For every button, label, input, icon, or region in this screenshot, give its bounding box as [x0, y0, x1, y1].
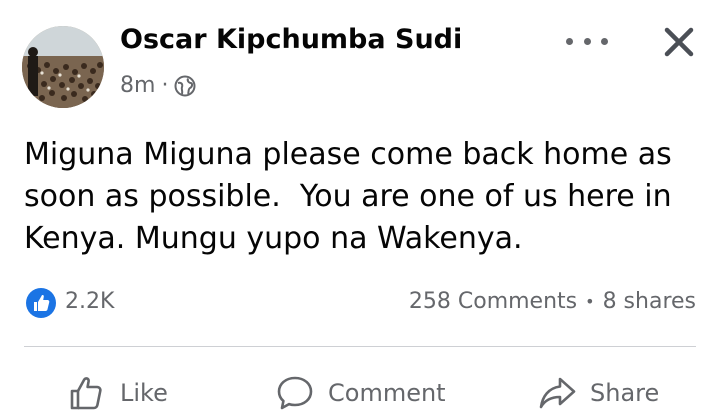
action-bar: Like Comment Share — [0, 366, 720, 410]
share-button[interactable]: Share — [538, 374, 659, 412]
more-dot-icon — [566, 37, 573, 45]
meta-separator: · — [161, 73, 169, 98]
share-count[interactable]: 8 shares — [603, 289, 696, 314]
comment-button[interactable]: Comment — [276, 374, 446, 412]
thumbs-up-icon — [70, 377, 102, 410]
share-arrow-icon — [539, 377, 576, 409]
more-dot-icon — [583, 37, 591, 45]
stats-separator: • — [585, 292, 595, 311]
globe-icon — [174, 75, 196, 97]
more-options-button[interactable] — [566, 30, 608, 52]
close-button[interactable] — [663, 26, 695, 58]
post-header: Oscar Kipchumba Sudi 8m · — [0, 0, 720, 110]
comment-count[interactable]: 258 Comments — [409, 289, 577, 314]
post-meta: 8m · — [120, 73, 196, 98]
post-text-line: Kenya. Mungu yupo na Wakenya. — [24, 221, 523, 256]
engagement-counts: 258 Comments • 8 shares — [409, 289, 696, 314]
comment-icon — [277, 376, 313, 410]
divider — [24, 346, 696, 347]
share-label: Share — [590, 379, 660, 407]
avatar-image — [22, 26, 104, 108]
more-dot-icon — [601, 37, 608, 45]
like-button[interactable]: Like — [68, 374, 168, 412]
like-label: Like — [120, 379, 168, 407]
reaction-count[interactable]: 2.2K — [65, 289, 114, 314]
comment-label: Comment — [328, 379, 446, 407]
author-name[interactable]: Oscar Kipchumba Sudi — [120, 24, 462, 55]
post-text-line: Miguna Miguna please come back home as — [24, 137, 672, 172]
close-icon — [664, 27, 694, 57]
avatar[interactable] — [22, 26, 104, 108]
like-reaction-icon[interactable] — [26, 288, 56, 318]
post-time[interactable]: 8m — [120, 73, 155, 98]
post-stats: 2.2K 258 Comments • 8 shares — [0, 282, 720, 322]
post-body: Miguna Miguna please come back home as s… — [24, 134, 704, 260]
post-text-line: soon as possible. You are one of us here… — [24, 179, 672, 214]
